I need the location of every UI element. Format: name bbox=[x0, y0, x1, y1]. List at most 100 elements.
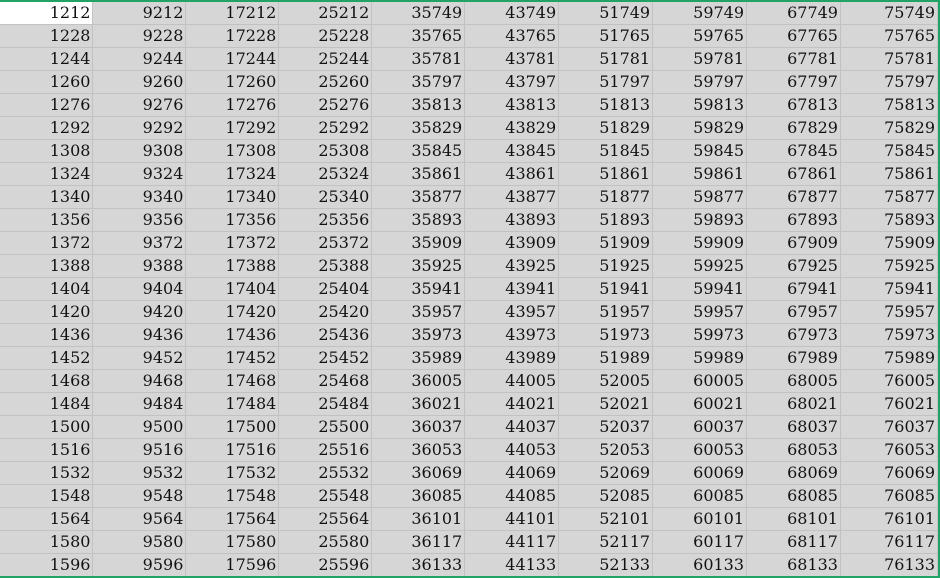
table-cell[interactable]: 67893 bbox=[746, 208, 841, 232]
table-cell[interactable]: 59909 bbox=[652, 231, 748, 255]
table-cell[interactable]: 52133 bbox=[558, 553, 654, 576]
table-cell[interactable]: 68021 bbox=[746, 392, 841, 416]
table-cell[interactable]: 9340 bbox=[92, 185, 187, 209]
table-cell[interactable]: 25580 bbox=[278, 530, 373, 554]
table-cell[interactable]: 36085 bbox=[371, 484, 466, 508]
table-cell[interactable]: 43797 bbox=[464, 70, 560, 94]
table-cell[interactable]: 1468 bbox=[0, 369, 94, 393]
table-cell[interactable]: 52037 bbox=[558, 415, 654, 439]
table-cell[interactable]: 43829 bbox=[464, 116, 560, 140]
table-cell[interactable]: 9292 bbox=[92, 116, 187, 140]
table-cell[interactable]: 1516 bbox=[0, 438, 94, 462]
table-cell[interactable]: 51797 bbox=[558, 70, 654, 94]
table-cell[interactable]: 51845 bbox=[558, 139, 654, 163]
table-cell[interactable]: 35861 bbox=[371, 162, 466, 186]
table-cell[interactable]: 35973 bbox=[371, 323, 466, 347]
table-cell[interactable]: 51909 bbox=[558, 231, 654, 255]
table-cell[interactable]: 43941 bbox=[464, 277, 560, 301]
table-cell[interactable]: 17420 bbox=[185, 300, 280, 324]
table-cell[interactable]: 1244 bbox=[0, 47, 94, 71]
table-cell[interactable]: 35813 bbox=[371, 93, 466, 117]
table-cell[interactable]: 9548 bbox=[92, 484, 187, 508]
table-cell[interactable]: 17580 bbox=[185, 530, 280, 554]
table-cell[interactable]: 17372 bbox=[185, 231, 280, 255]
table-cell[interactable]: 60101 bbox=[652, 507, 748, 531]
table-cell[interactable]: 1452 bbox=[0, 346, 94, 370]
table-cell[interactable]: 51749 bbox=[558, 2, 654, 25]
table-cell[interactable]: 51941 bbox=[558, 277, 654, 301]
table-cell[interactable]: 76069 bbox=[840, 461, 938, 485]
table-cell[interactable]: 36053 bbox=[371, 438, 466, 462]
table-cell[interactable]: 59973 bbox=[652, 323, 748, 347]
table-cell[interactable]: 25452 bbox=[278, 346, 373, 370]
table-cell[interactable]: 9420 bbox=[92, 300, 187, 324]
table-cell[interactable]: 67957 bbox=[746, 300, 841, 324]
table-cell[interactable]: 17324 bbox=[185, 162, 280, 186]
table-cell[interactable]: 75813 bbox=[840, 93, 938, 117]
table-cell[interactable]: 36117 bbox=[371, 530, 466, 554]
table-cell[interactable]: 75781 bbox=[840, 47, 938, 71]
table-cell[interactable]: 59893 bbox=[652, 208, 748, 232]
table-cell[interactable]: 68085 bbox=[746, 484, 841, 508]
table-cell[interactable]: 17452 bbox=[185, 346, 280, 370]
table-cell[interactable]: 9324 bbox=[92, 162, 187, 186]
table-cell[interactable]: 59829 bbox=[652, 116, 748, 140]
table-cell[interactable]: 75989 bbox=[840, 346, 938, 370]
table-cell[interactable]: 9452 bbox=[92, 346, 187, 370]
table-cell[interactable]: 1484 bbox=[0, 392, 94, 416]
table-cell[interactable]: 35925 bbox=[371, 254, 466, 278]
table-cell[interactable]: 67845 bbox=[746, 139, 841, 163]
table-cell[interactable]: 60069 bbox=[652, 461, 748, 485]
table-cell[interactable]: 1532 bbox=[0, 461, 94, 485]
table-cell[interactable]: 76037 bbox=[840, 415, 938, 439]
table-cell[interactable]: 60037 bbox=[652, 415, 748, 439]
table-cell[interactable]: 25500 bbox=[278, 415, 373, 439]
table-cell[interactable]: 9276 bbox=[92, 93, 187, 117]
table-cell[interactable]: 75749 bbox=[840, 2, 938, 25]
table-cell[interactable]: 1420 bbox=[0, 300, 94, 324]
table-cell[interactable]: 1404 bbox=[0, 277, 94, 301]
table-cell[interactable]: 36005 bbox=[371, 369, 466, 393]
table-cell[interactable]: 36021 bbox=[371, 392, 466, 416]
table-cell[interactable]: 25212 bbox=[278, 2, 373, 25]
table-cell[interactable]: 75877 bbox=[840, 185, 938, 209]
table-cell[interactable]: 25532 bbox=[278, 461, 373, 485]
table-cell[interactable]: 35941 bbox=[371, 277, 466, 301]
table-cell[interactable]: 25260 bbox=[278, 70, 373, 94]
table-cell[interactable]: 25324 bbox=[278, 162, 373, 186]
table-cell[interactable]: 67749 bbox=[746, 2, 841, 25]
table-cell[interactable]: 43877 bbox=[464, 185, 560, 209]
table-cell[interactable]: 68069 bbox=[746, 461, 841, 485]
table-cell[interactable]: 35893 bbox=[371, 208, 466, 232]
table-cell[interactable]: 44053 bbox=[464, 438, 560, 462]
table-cell[interactable]: 68117 bbox=[746, 530, 841, 554]
table-cell[interactable]: 35781 bbox=[371, 47, 466, 71]
table-cell[interactable]: 35765 bbox=[371, 24, 466, 48]
table-cell[interactable]: 36101 bbox=[371, 507, 466, 531]
table-cell[interactable]: 75925 bbox=[840, 254, 938, 278]
table-cell[interactable]: 9228 bbox=[92, 24, 187, 48]
table-cell[interactable]: 68053 bbox=[746, 438, 841, 462]
table-cell[interactable]: 17292 bbox=[185, 116, 280, 140]
table-cell[interactable]: 1548 bbox=[0, 484, 94, 508]
table-cell[interactable]: 43893 bbox=[464, 208, 560, 232]
table-cell[interactable]: 52021 bbox=[558, 392, 654, 416]
table-cell[interactable]: 43749 bbox=[464, 2, 560, 25]
table-cell[interactable]: 67861 bbox=[746, 162, 841, 186]
table-cell[interactable]: 59845 bbox=[652, 139, 748, 163]
table-cell[interactable]: 60053 bbox=[652, 438, 748, 462]
table-cell[interactable]: 9308 bbox=[92, 139, 187, 163]
table-cell[interactable]: 43765 bbox=[464, 24, 560, 48]
table-cell[interactable]: 9596 bbox=[92, 553, 187, 576]
table-cell[interactable]: 1388 bbox=[0, 254, 94, 278]
table-cell[interactable]: 59781 bbox=[652, 47, 748, 71]
table-cell[interactable]: 52053 bbox=[558, 438, 654, 462]
table-cell[interactable]: 44005 bbox=[464, 369, 560, 393]
table-cell[interactable]: 1500 bbox=[0, 415, 94, 439]
table-cell[interactable]: 75941 bbox=[840, 277, 938, 301]
table-cell[interactable]: 43909 bbox=[464, 231, 560, 255]
table-cell[interactable]: 9580 bbox=[92, 530, 187, 554]
table-cell[interactable]: 1260 bbox=[0, 70, 94, 94]
table-cell[interactable]: 17596 bbox=[185, 553, 280, 576]
table-cell[interactable]: 36133 bbox=[371, 553, 466, 576]
